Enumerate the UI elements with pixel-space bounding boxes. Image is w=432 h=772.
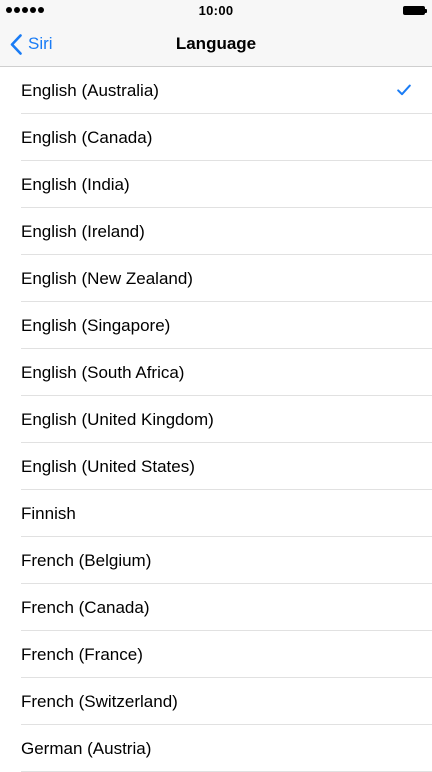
navigation-bar: Siri Language	[0, 22, 432, 67]
language-label: English (South Africa)	[21, 363, 185, 382]
language-label: French (Switzerland)	[21, 692, 178, 711]
language-label: French (France)	[21, 645, 143, 664]
checkmark-icon	[397, 84, 411, 96]
language-option[interactable]: French (Canada)	[0, 584, 432, 631]
language-option[interactable]: English (Ireland)	[0, 208, 432, 255]
status-bar: 10:00	[0, 0, 432, 22]
language-list: English (Australia) English (Canada) Eng…	[0, 67, 432, 772]
language-option[interactable]: English (Singapore)	[0, 302, 432, 349]
language-label: English (Ireland)	[21, 222, 145, 241]
language-label: English (Australia)	[21, 81, 159, 100]
language-option[interactable]: English (United States)	[0, 443, 432, 490]
status-time: 10:00	[198, 3, 234, 18]
battery-icon	[403, 6, 427, 15]
language-option[interactable]: English (New Zealand)	[0, 255, 432, 302]
language-label: English (India)	[21, 175, 130, 194]
language-label: English (United States)	[21, 457, 195, 476]
language-label: Finnish	[21, 504, 76, 523]
language-label: English (Singapore)	[21, 316, 171, 335]
language-option[interactable]: Finnish	[0, 490, 432, 537]
language-label: English (United Kingdom)	[21, 410, 214, 429]
language-option[interactable]: German (Austria)	[0, 725, 432, 772]
language-option[interactable]: French (Belgium)	[0, 537, 432, 584]
language-option[interactable]: French (Switzerland)	[0, 678, 432, 725]
language-option[interactable]: English (Australia)	[0, 67, 432, 114]
language-label: French (Canada)	[21, 598, 150, 617]
language-option[interactable]: English (India)	[0, 161, 432, 208]
page-title: Language	[175, 34, 257, 53]
language-option[interactable]: English (Canada)	[0, 114, 432, 161]
language-label: French (Belgium)	[21, 551, 152, 570]
language-option[interactable]: English (United Kingdom)	[0, 396, 432, 443]
language-option[interactable]: English (South Africa)	[0, 349, 432, 396]
language-label: English (New Zealand)	[21, 269, 193, 288]
language-option[interactable]: French (France)	[0, 631, 432, 678]
language-label: German (Austria)	[21, 739, 152, 758]
language-label: English (Canada)	[21, 128, 153, 147]
